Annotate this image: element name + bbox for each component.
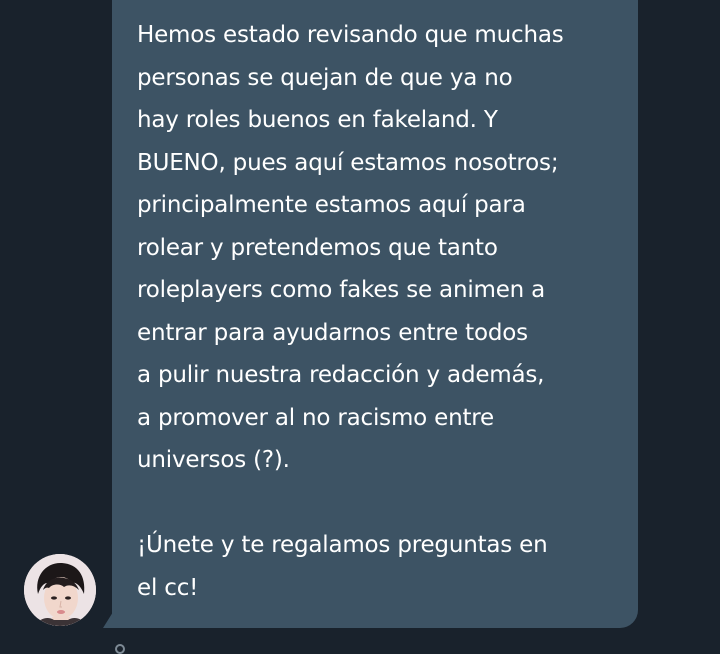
partial-circle-icon bbox=[115, 644, 125, 654]
message-line: principalmente estamos aquí para bbox=[137, 192, 526, 218]
message-line: a pulir nuestra redacción y además, bbox=[137, 362, 545, 388]
sender-avatar[interactable] bbox=[24, 554, 96, 626]
message-line: rolear y pretendemos que tanto bbox=[137, 234, 498, 261]
message-line: roleplayers como fakes se animen a bbox=[137, 277, 546, 303]
chat-area: Hemos estado revisando que muchas person… bbox=[0, 0, 720, 654]
message-line: universos (?). bbox=[137, 447, 290, 473]
message-line: entrar para ayudarnos entre todos bbox=[137, 319, 528, 346]
message-line: hay roles buenos en fakeland. Y bbox=[137, 107, 498, 133]
message-line: a promover al no racismo entre bbox=[137, 404, 494, 431]
message-text: Hemos estado revisando que muchas person… bbox=[137, 14, 627, 609]
message-line: personas se quejan de que ya no bbox=[137, 64, 513, 91]
message-line-blank bbox=[137, 482, 627, 525]
message-line: ¡Únete y te regalamos preguntas en bbox=[137, 532, 548, 558]
message-line: Hemos estado revisando que muchas bbox=[137, 22, 564, 48]
message-line: BUENO, pues aquí estamos nosotros; bbox=[137, 149, 559, 176]
message-line: el cc! bbox=[137, 574, 199, 601]
message-bubble-tail bbox=[103, 612, 113, 628]
user-avatar-icon bbox=[24, 554, 96, 626]
